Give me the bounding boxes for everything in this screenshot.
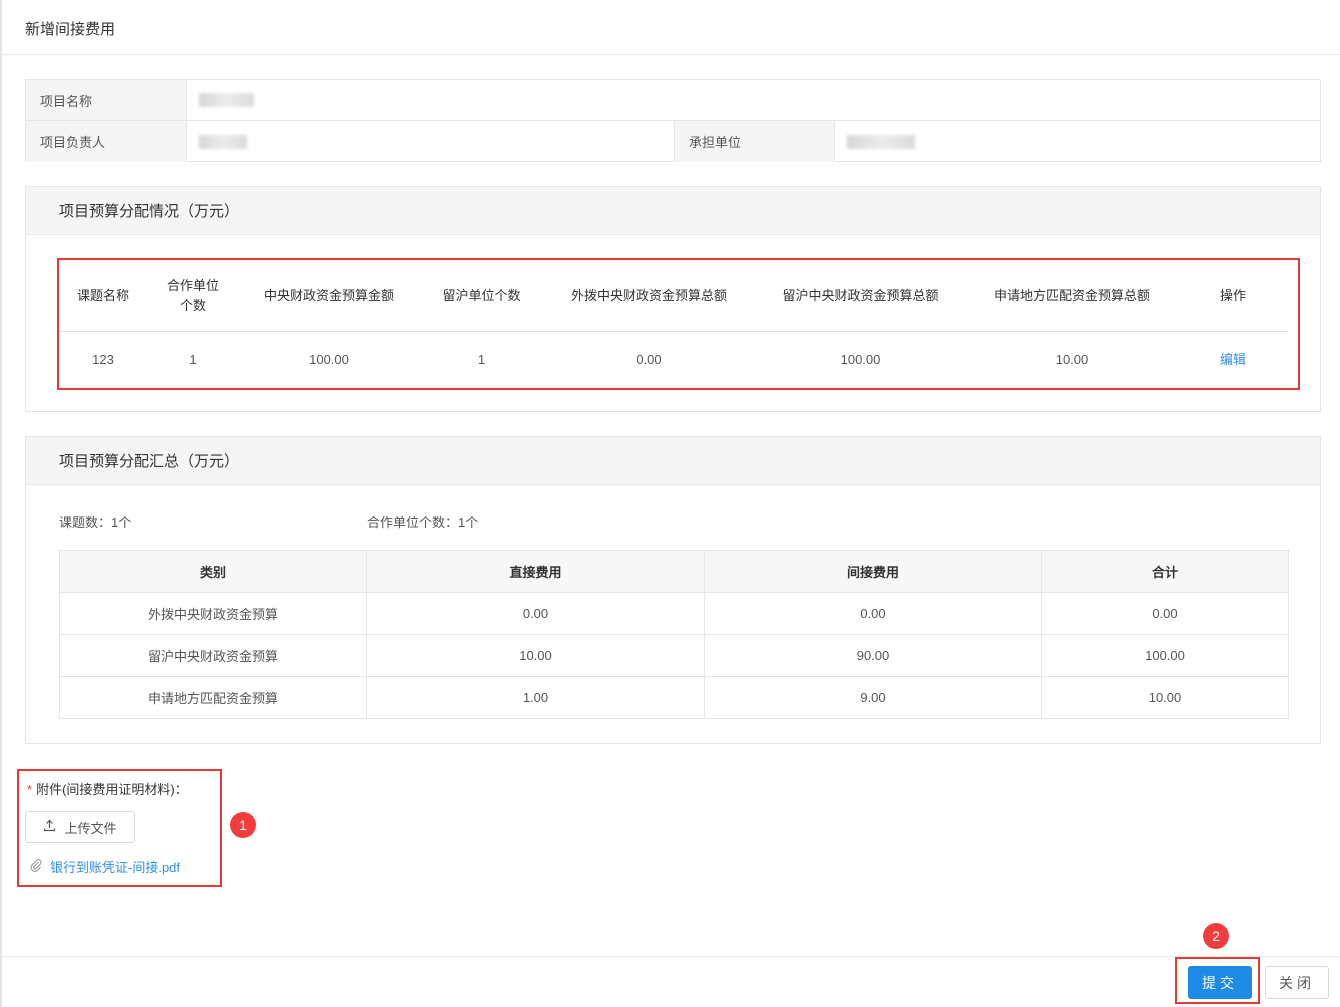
info-row-project-name: 项目名称 xyxy=(26,80,1320,121)
left-edge xyxy=(0,0,2,1007)
modal-title: 新增间接费用 xyxy=(25,21,116,38)
summary-header-row: 类别 直接费用 间接费用 合计 xyxy=(59,550,1289,593)
unit-label: 承担单位 xyxy=(675,121,835,162)
cell-indirect: 90.00 xyxy=(704,634,1042,677)
cell-direct: 10.00 xyxy=(366,634,705,677)
cell-total: 100.00 xyxy=(1041,634,1289,677)
cell-category: 外拨中央财政资金预算 xyxy=(59,592,367,635)
summary-panel: 项目预算分配汇总（万元） 课题数：1个 合作单位个数：1个 类别 直接费用 间接… xyxy=(25,436,1321,744)
table-row: 申请地方匹配资金预算 1.00 9.00 10.00 xyxy=(59,676,1289,719)
cell-indirect: 9.00 xyxy=(704,676,1042,719)
table-row: 外拨中央财政资金预算 0.00 0.00 0.00 xyxy=(59,592,1289,635)
cell-direct: 0.00 xyxy=(366,592,705,635)
highlight-attachment xyxy=(17,769,222,887)
coop-count: 合作单位个数：1个 xyxy=(367,515,479,530)
leader-label: 项目负责人 xyxy=(26,121,187,162)
topic-count: 课题数：1个 xyxy=(59,515,132,530)
summary-title: 项目预算分配汇总（万元） xyxy=(26,437,1320,485)
cell-category: 留沪中央财政资金预算 xyxy=(59,634,367,677)
col-indirect-cost: 间接费用 xyxy=(704,550,1042,593)
cell-direct: 1.00 xyxy=(366,676,705,719)
project-name-value xyxy=(187,80,1320,120)
col-category: 类别 xyxy=(59,550,367,593)
redacted-project-name xyxy=(198,93,254,107)
submit-button[interactable]: 提交 xyxy=(1188,966,1252,999)
leader-value xyxy=(187,121,675,162)
unit-value xyxy=(835,121,1320,162)
annotation-badge-2: 2 xyxy=(1203,923,1229,949)
annotation-badge-1: 1 xyxy=(230,812,256,838)
cell-total: 0.00 xyxy=(1041,592,1289,635)
cell-category: 申请地方匹配资金预算 xyxy=(59,676,367,719)
project-name-label: 项目名称 xyxy=(26,80,187,120)
modal-footer xyxy=(0,956,1340,1007)
highlight-allocation-table xyxy=(57,258,1300,390)
redacted-unit xyxy=(847,134,915,149)
table-row: 留沪中央财政资金预算 10.00 90.00 100.00 xyxy=(59,634,1289,677)
redacted-leader xyxy=(199,134,247,149)
cell-total: 10.00 xyxy=(1041,676,1289,719)
summary-table: 类别 直接费用 间接费用 合计 外拨中央财政资金预算 0.00 0.00 0.0… xyxy=(59,550,1289,719)
col-total: 合计 xyxy=(1041,550,1289,593)
allocation-title: 项目预算分配情况（万元） xyxy=(26,187,1320,235)
cell-indirect: 0.00 xyxy=(704,592,1042,635)
close-button[interactable]: 关闭 xyxy=(1265,966,1329,999)
info-row-leader: 项目负责人 承担单位 xyxy=(26,121,1320,162)
project-info-table: 项目名称 项目负责人 承担单位 xyxy=(25,79,1321,162)
modal-header: 新增间接费用 xyxy=(0,0,1340,55)
col-direct-cost: 直接费用 xyxy=(366,550,705,593)
